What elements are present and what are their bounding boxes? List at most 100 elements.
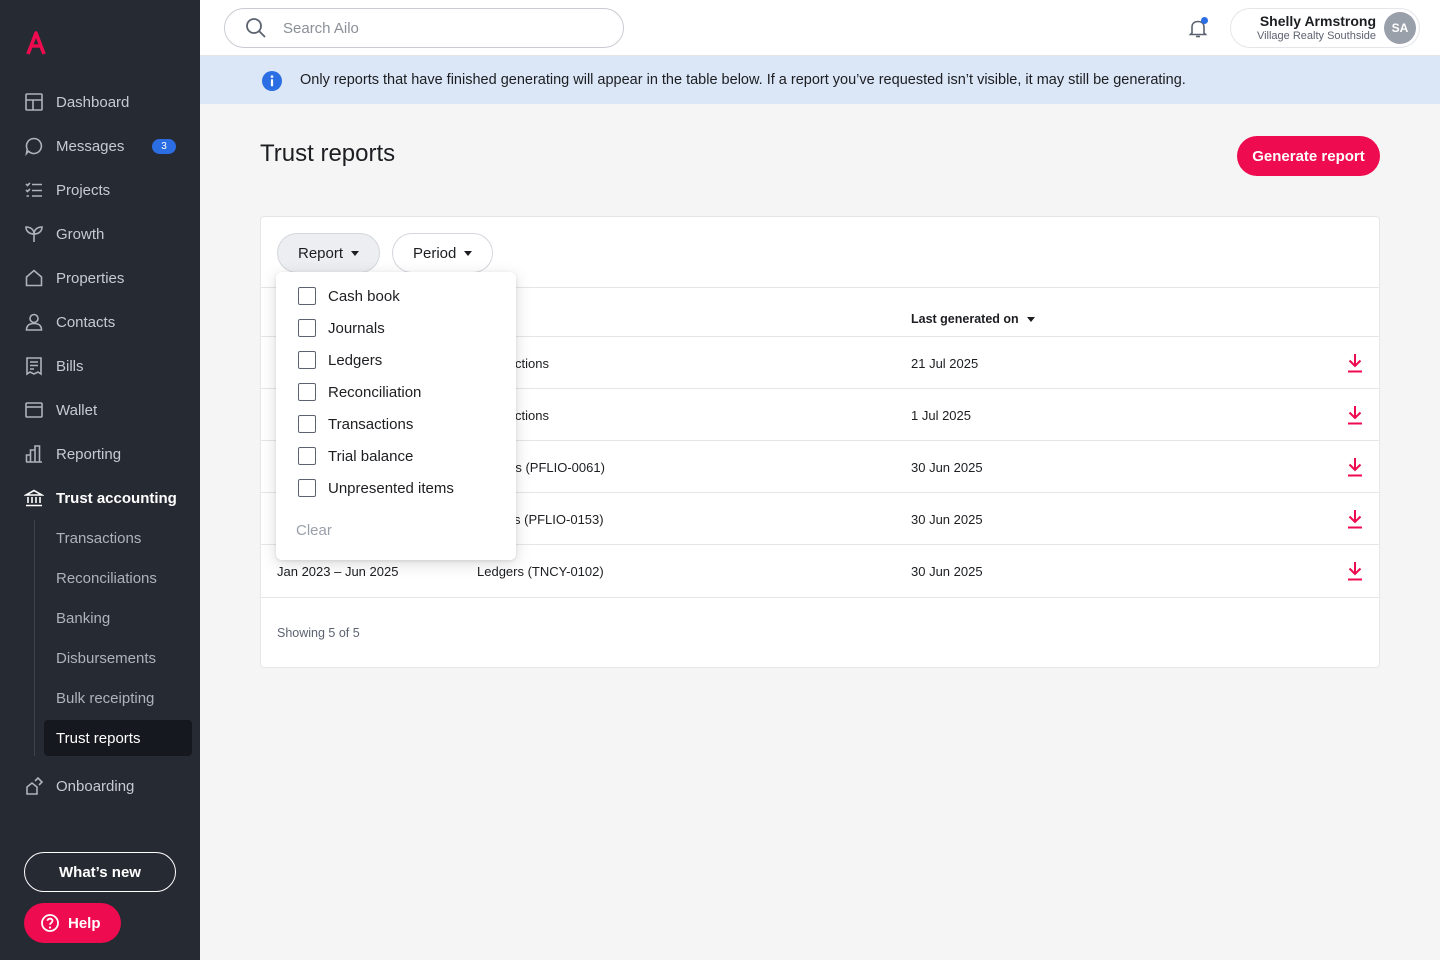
subnav-rail xyxy=(34,520,35,756)
period-filter-label: Period xyxy=(413,244,457,262)
sidebar-item-onboarding[interactable]: Onboarding xyxy=(0,764,200,808)
user-menu[interactable]: Shelly Armstrong Village Realty Southsid… xyxy=(1230,8,1420,48)
report-filter-label: Report xyxy=(298,244,344,262)
top-bar: Shelly Armstrong Village Realty Southsid… xyxy=(200,0,1440,56)
option-label: Cash book xyxy=(328,287,400,305)
checkbox[interactable] xyxy=(298,415,316,433)
cell-generated: 1 Jul 2025 xyxy=(911,407,971,423)
option-label: Reconciliation xyxy=(328,383,422,401)
help-circle-icon xyxy=(41,914,59,932)
sidebar-item-label: Dashboard xyxy=(56,93,130,111)
page-title: Trust reports xyxy=(260,140,396,167)
sidebar-item-label: Onboarding xyxy=(56,777,135,795)
checkbox[interactable] xyxy=(298,319,316,337)
wallet-icon xyxy=(24,400,44,420)
cell-generated: 21 Jul 2025 xyxy=(911,355,979,371)
receipt-icon xyxy=(24,356,44,376)
user-organisation: Village Realty Southside xyxy=(1256,30,1376,42)
column-header-label: Last generated on xyxy=(911,312,1019,326)
cell-generated: 30 Jun 2025 xyxy=(911,511,983,527)
sidebar-item-reporting[interactable]: Reporting xyxy=(0,432,200,476)
checkbox[interactable] xyxy=(298,447,316,465)
sprout-icon xyxy=(24,224,44,244)
sidebar-item-contacts[interactable]: Contacts xyxy=(0,300,200,344)
period-filter-button[interactable]: Period xyxy=(392,233,494,273)
chevron-down-icon xyxy=(351,250,360,256)
cell-report: ctions xyxy=(515,355,549,371)
subnav-item-trust-reports[interactable]: Trust reports xyxy=(44,720,192,756)
sidebar: Dashboard Messages 3 Projects Growth Pro… xyxy=(0,0,200,960)
option-ledgers[interactable]: Ledgers xyxy=(298,344,382,376)
sidebar-item-wallet[interactable]: Wallet xyxy=(0,388,200,432)
subnav-item-transactions[interactable]: Transactions xyxy=(44,520,192,556)
notification-bell-icon[interactable] xyxy=(1186,16,1210,40)
info-banner: Only reports that have finished generati… xyxy=(200,56,1440,104)
checkbox[interactable] xyxy=(298,287,316,305)
sort-header-last-generated[interactable]: Last generated on xyxy=(911,312,1035,326)
help-label: Help xyxy=(68,914,101,932)
avatar: SA xyxy=(1384,12,1416,44)
bank-icon xyxy=(24,488,44,508)
option-unpresented-items[interactable]: Unpresented items xyxy=(298,472,454,504)
sidebar-item-projects[interactable]: Projects xyxy=(0,168,200,212)
generate-report-button[interactable]: Generate report xyxy=(1237,136,1380,176)
option-label: Trial balance xyxy=(328,447,414,465)
sidebar-item-bills[interactable]: Bills xyxy=(0,344,200,388)
whats-new-button[interactable]: What’s new xyxy=(24,852,176,892)
sidebar-item-label: Contacts xyxy=(56,313,116,331)
search-icon xyxy=(246,18,266,38)
search-input[interactable] xyxy=(283,19,583,37)
sidebar-item-label: Growth xyxy=(56,225,105,243)
download-icon[interactable] xyxy=(1345,404,1365,426)
subnav-item-bulk-receipting[interactable]: Bulk receipting xyxy=(44,680,192,716)
onboarding-icon xyxy=(24,776,44,796)
subnav-item-banking[interactable]: Banking xyxy=(44,600,192,636)
chevron-down-icon xyxy=(464,250,473,256)
sidebar-item-label: Projects xyxy=(56,181,111,199)
checkbox[interactable] xyxy=(298,479,316,497)
sidebar-item-label: Messages xyxy=(56,137,125,155)
option-journals[interactable]: Journals xyxy=(298,312,385,344)
house-icon xyxy=(24,268,44,288)
sidebar-item-properties[interactable]: Properties xyxy=(0,256,200,300)
sidebar-item-messages[interactable]: Messages 3 xyxy=(0,124,200,168)
download-icon[interactable] xyxy=(1345,352,1365,374)
sidebar-item-label: Properties xyxy=(56,269,125,287)
report-filter-button[interactable]: Report xyxy=(277,233,381,273)
checkbox[interactable] xyxy=(298,351,316,369)
sidebar-item-label: Trust accounting xyxy=(56,489,177,507)
option-label: Ledgers xyxy=(328,351,383,369)
cell-report: s (PFLIO-0153) xyxy=(514,511,604,527)
bar-chart-icon xyxy=(24,444,44,464)
subnav-item-disbursements[interactable]: Disbursements xyxy=(44,640,192,676)
clear-filter-button[interactable]: Clear xyxy=(296,522,332,539)
dashboard-icon xyxy=(24,92,44,112)
table-divider xyxy=(261,597,1379,598)
download-icon[interactable] xyxy=(1345,560,1365,582)
sidebar-item-trust-accounting[interactable]: Trust accounting xyxy=(0,476,200,520)
sidebar-item-dashboard[interactable]: Dashboard xyxy=(0,80,200,124)
download-icon[interactable] xyxy=(1345,508,1365,530)
subnav-item-reconciliations[interactable]: Reconciliations xyxy=(44,560,192,596)
option-label: Transactions xyxy=(328,415,414,433)
option-reconciliation[interactable]: Reconciliation xyxy=(298,376,421,408)
info-icon xyxy=(262,71,282,91)
banner-text: Only reports that have finished generati… xyxy=(300,72,1186,88)
user-name: Shelly Armstrong xyxy=(1259,13,1376,29)
message-bubble-icon xyxy=(24,136,44,156)
pagination-summary: Showing 5 of 5 xyxy=(277,626,360,640)
checkbox[interactable] xyxy=(298,383,316,401)
cell-generated: 30 Jun 2025 xyxy=(911,459,983,475)
cell-report: ctions xyxy=(515,407,549,423)
search-box[interactable] xyxy=(224,8,624,48)
download-icon[interactable] xyxy=(1345,456,1365,478)
help-button[interactable]: Help xyxy=(24,903,121,943)
ailo-logo[interactable] xyxy=(24,30,48,56)
option-transactions[interactable]: Transactions xyxy=(298,408,413,440)
option-trial-balance[interactable]: Trial balance xyxy=(298,440,413,472)
sort-caret-icon xyxy=(1026,316,1035,322)
option-label: Journals xyxy=(328,319,385,337)
cell-generated: 30 Jun 2025 xyxy=(911,563,983,579)
option-cash-book[interactable]: Cash book xyxy=(298,280,400,312)
sidebar-item-growth[interactable]: Growth xyxy=(0,212,200,256)
